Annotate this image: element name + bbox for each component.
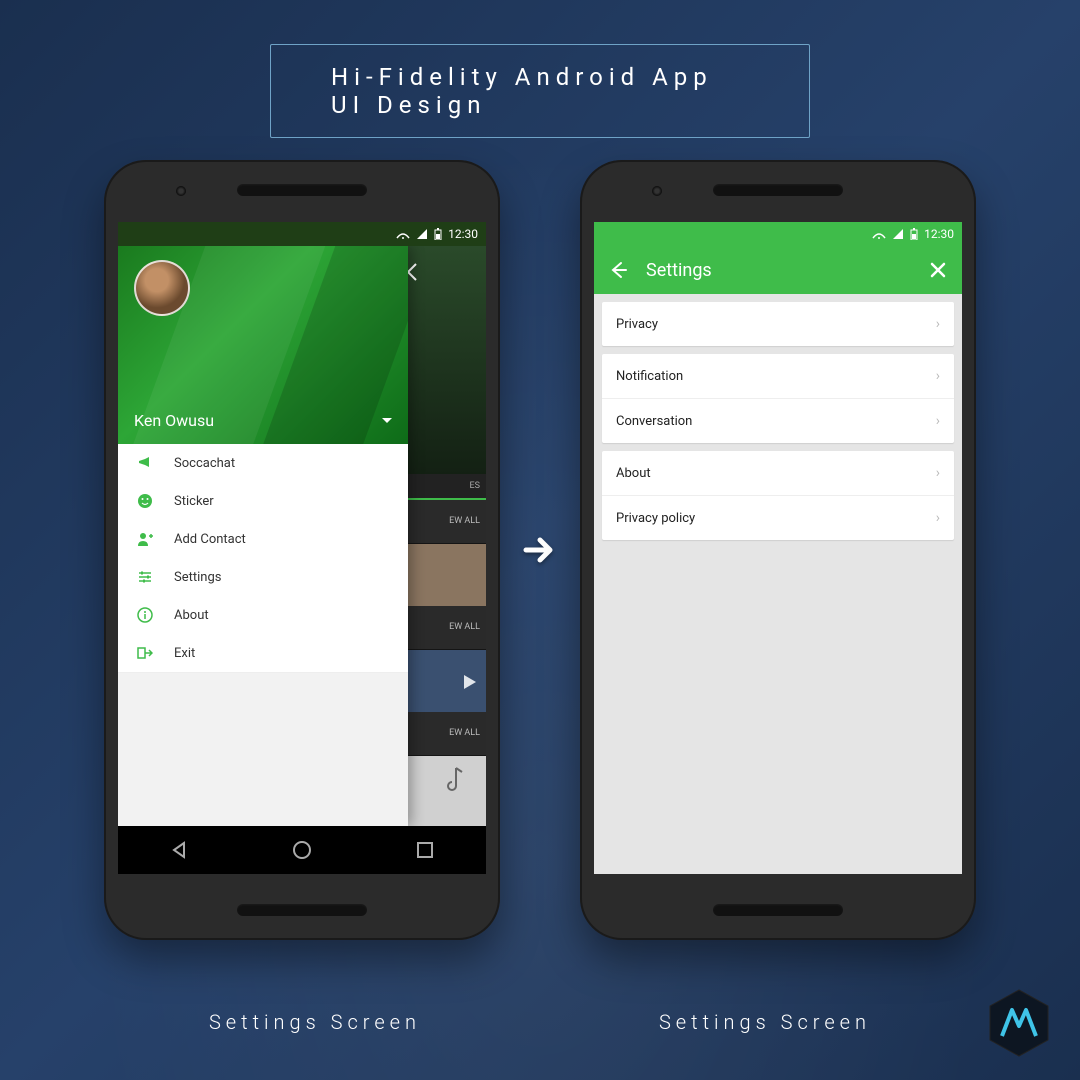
drawer-item-soccachat[interactable]: Soccachat bbox=[118, 444, 408, 482]
screen-left: 12:30 ES EW ALL EW ALL EW ALL bbox=[118, 222, 486, 874]
chevron-right-icon: › bbox=[936, 316, 940, 332]
screen-right: 12:30 Settings Privacy › Notification bbox=[594, 222, 962, 874]
chevron-right-icon: › bbox=[936, 368, 940, 384]
phone-right: 12:30 Settings Privacy › Notification bbox=[580, 160, 976, 940]
phone-speaker-top bbox=[237, 184, 367, 196]
settings-group-2: Notification › Conversation › bbox=[602, 354, 954, 443]
username-row[interactable]: Ken Owusu bbox=[134, 411, 392, 430]
settings-group-1: Privacy › bbox=[602, 302, 954, 346]
username: Ken Owusu bbox=[134, 411, 214, 430]
nav-recent-icon[interactable] bbox=[413, 838, 437, 862]
drawer-item-sticker[interactable]: Sticker bbox=[118, 482, 408, 520]
status-bar: 12:30 bbox=[594, 222, 962, 246]
phone-camera bbox=[176, 186, 186, 196]
phones-stage: 12:30 ES EW ALL EW ALL EW ALL bbox=[0, 160, 1080, 940]
appbar-title: Settings bbox=[646, 260, 910, 281]
drawer-item-exit[interactable]: Exit bbox=[118, 634, 408, 672]
phone-left: 12:30 ES EW ALL EW ALL EW ALL bbox=[104, 160, 500, 940]
close-icon[interactable] bbox=[928, 260, 948, 280]
peek-view-all-2[interactable]: EW ALL bbox=[408, 606, 486, 650]
peek-thumb-person[interactable] bbox=[408, 544, 486, 606]
exit-icon bbox=[136, 644, 154, 662]
phone-speaker-bottom bbox=[713, 904, 843, 916]
battery-icon bbox=[434, 228, 442, 240]
setting-label: Conversation bbox=[616, 414, 692, 429]
peek-tab[interactable]: ES bbox=[408, 474, 486, 500]
music-note-icon bbox=[442, 764, 466, 794]
logo-badge bbox=[982, 986, 1056, 1060]
page-title: Hi-Fidelity Android App UI Design bbox=[331, 63, 713, 119]
drawer-item-settings[interactable]: Settings bbox=[118, 558, 408, 596]
drawer-item-add-contact[interactable]: Add Contact bbox=[118, 520, 408, 558]
settings-group-3: About › Privacy policy › bbox=[602, 451, 954, 540]
avatar[interactable] bbox=[134, 260, 190, 316]
sliders-icon bbox=[136, 568, 154, 586]
drawer-item-label: About bbox=[174, 608, 209, 623]
setting-row-privacy[interactable]: Privacy › bbox=[602, 302, 954, 346]
drawer-empty bbox=[118, 672, 408, 826]
drawer-header: Ken Owusu bbox=[118, 246, 408, 444]
drawer-item-label: Exit bbox=[174, 646, 195, 661]
play-icon bbox=[460, 672, 480, 692]
content-peek: ES EW ALL EW ALL EW ALL bbox=[408, 474, 486, 826]
setting-row-about[interactable]: About › bbox=[602, 451, 954, 496]
chevron-down-icon bbox=[382, 418, 392, 423]
drawer-item-label: Soccachat bbox=[174, 456, 235, 471]
setting-label: Privacy bbox=[616, 317, 658, 332]
back-arrow-icon[interactable] bbox=[608, 260, 628, 280]
setting-label: Notification bbox=[616, 369, 683, 384]
signal-icon bbox=[416, 228, 428, 240]
info-icon bbox=[136, 606, 154, 624]
status-time: 12:30 bbox=[448, 227, 478, 241]
setting-row-conversation[interactable]: Conversation › bbox=[602, 399, 954, 443]
nav-drawer: Ken Owusu Soccachat Sticker bbox=[118, 246, 408, 826]
phone-speaker-bottom bbox=[237, 904, 367, 916]
page-title-box: Hi-Fidelity Android App UI Design bbox=[270, 44, 810, 138]
wifi-icon bbox=[872, 228, 886, 240]
status-time: 12:30 bbox=[924, 227, 954, 241]
signal-icon bbox=[892, 228, 904, 240]
nav-back-icon[interactable] bbox=[167, 838, 191, 862]
megaphone-icon bbox=[136, 454, 154, 472]
nav-home-icon[interactable] bbox=[290, 838, 314, 862]
caption-left: Settings Screen bbox=[209, 1010, 421, 1034]
peek-thumb-stadium[interactable] bbox=[408, 650, 486, 712]
drawer-item-label: Settings bbox=[174, 570, 221, 585]
drawer-item-label: Add Contact bbox=[174, 532, 246, 547]
drawer-item-about[interactable]: About bbox=[118, 596, 408, 634]
settings-body: Privacy › Notification › Conversation › bbox=[594, 294, 962, 548]
android-nav-bar bbox=[118, 826, 486, 874]
peek-view-all-3[interactable]: EW ALL bbox=[408, 712, 486, 756]
battery-icon bbox=[910, 228, 918, 240]
app-bar: Settings bbox=[594, 246, 962, 294]
wifi-icon bbox=[396, 228, 410, 240]
peek-view-all-1[interactable]: EW ALL bbox=[408, 500, 486, 544]
phone-camera bbox=[652, 186, 662, 196]
chevron-right-icon: › bbox=[936, 465, 940, 481]
setting-row-privacy-policy[interactable]: Privacy policy › bbox=[602, 496, 954, 540]
drawer-list: Soccachat Sticker Add Contact Settings bbox=[118, 444, 408, 672]
arrow-right-icon bbox=[520, 530, 560, 570]
drawer-item-label: Sticker bbox=[174, 494, 214, 509]
setting-label: About bbox=[616, 466, 651, 481]
setting-row-notification[interactable]: Notification › bbox=[602, 354, 954, 399]
stadium-image bbox=[408, 246, 486, 476]
smiley-icon bbox=[136, 492, 154, 510]
back-arrow-icon[interactable] bbox=[402, 252, 480, 302]
add-contact-icon bbox=[136, 530, 154, 548]
chevron-right-icon: › bbox=[936, 510, 940, 526]
peek-music-tile[interactable] bbox=[408, 756, 486, 826]
captions: Settings Screen Settings Screen bbox=[0, 1010, 1080, 1034]
chevron-right-icon: › bbox=[936, 413, 940, 429]
setting-label: Privacy policy bbox=[616, 511, 695, 526]
phone-speaker-top bbox=[713, 184, 843, 196]
caption-right: Settings Screen bbox=[659, 1010, 871, 1034]
status-bar: 12:30 bbox=[118, 222, 486, 246]
